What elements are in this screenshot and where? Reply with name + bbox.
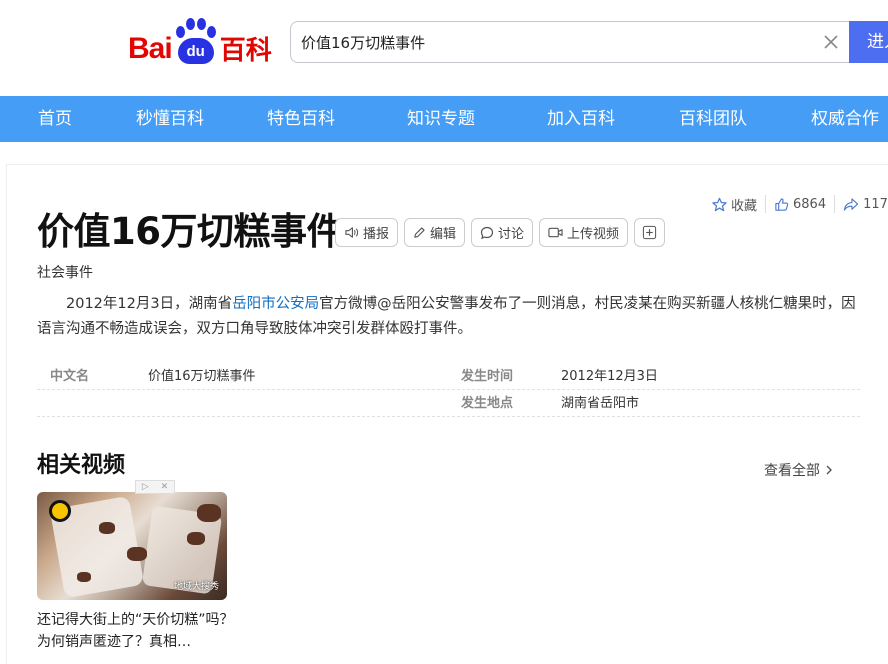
share-button[interactable]: 117 <box>843 197 888 212</box>
nav-item-tese[interactable]: 特色百科 <box>267 96 335 142</box>
enter-button[interactable]: 进入 <box>849 21 888 63</box>
info-key: 发生地点 <box>461 396 514 411</box>
thumbnail-caption: 地域大搜秀 <box>173 582 219 592</box>
entry-actions: 收藏 6864 117 <box>712 195 888 214</box>
add-button[interactable] <box>634 218 666 247</box>
discuss-button[interactable]: 讨论 <box>471 218 534 247</box>
entry-toolbar: 播报 编辑 讨论 上传视频 <box>335 218 666 247</box>
broadcast-label: 播报 <box>363 227 390 242</box>
star-icon <box>712 197 727 211</box>
play-icon: ▷ <box>141 482 149 492</box>
favorite-label: 收藏 <box>731 198 758 214</box>
info-value: 价值16万切糕事件 <box>148 369 256 384</box>
clear-icon[interactable] <box>822 33 840 51</box>
see-all-label: 查看全部 <box>764 463 820 479</box>
speaker-icon <box>345 227 359 238</box>
ad-badge[interactable]: ▷ ✕ <box>135 480 175 494</box>
nav-item-team[interactable]: 百科团队 <box>679 96 747 142</box>
like-count: 6864 <box>793 196 827 212</box>
entry-category: 社会事件 <box>37 265 93 281</box>
discuss-label: 讨论 <box>498 227 525 242</box>
broadcast-button[interactable]: 播报 <box>335 218 399 247</box>
share-icon <box>843 197 859 211</box>
info-value: 湖南省岳阳市 <box>561 396 640 411</box>
video-title[interactable]: 还记得大街上的“天价切糕”吗？为何销声匿迹了？真相… <box>37 609 237 653</box>
share-count: 117 <box>863 196 888 212</box>
info-row: 中文名 价值16万切糕事件 发生时间 2012年12月3日 <box>37 363 860 390</box>
summary-text-1: 2012年12月3日，湖南省 <box>66 296 233 312</box>
upload-video-button[interactable]: 上传视频 <box>539 218 629 247</box>
search-input[interactable] <box>291 22 811 62</box>
summary-link-police[interactable]: 岳阳市公安局 <box>232 296 319 312</box>
page-title: 价值16万切糕事件 <box>37 210 344 253</box>
info-value: 2012年12月3日 <box>561 369 658 384</box>
thumbs-up-icon <box>775 197 789 211</box>
edit-label: 编辑 <box>430 227 457 242</box>
close-icon: ✕ <box>160 482 169 492</box>
nav-item-partner[interactable]: 权威合作 <box>811 96 879 142</box>
logo-bai-text: Bai <box>128 32 173 65</box>
pencil-icon <box>414 227 425 238</box>
favorite-button[interactable]: 收藏 <box>712 195 757 214</box>
paw-icon: du <box>174 18 218 64</box>
channel-logo-icon <box>49 500 71 522</box>
edit-button[interactable]: 编辑 <box>404 218 466 247</box>
chat-bubble-icon <box>480 226 494 239</box>
logo-baike-text: 百科 <box>219 36 272 66</box>
video-camera-icon <box>548 227 563 238</box>
divider <box>765 195 767 213</box>
chevron-right-icon <box>826 465 832 475</box>
plus-icon <box>642 225 657 240</box>
see-all-link[interactable]: 查看全部 <box>764 460 834 480</box>
upload-video-label: 上传视频 <box>567 227 620 242</box>
nav-item-zhuanti[interactable]: 知识专题 <box>407 96 475 142</box>
like-button[interactable]: 6864 <box>774 197 826 212</box>
info-row: 发生地点 湖南省岳阳市 <box>37 390 860 417</box>
video-thumbnail[interactable]: 地域大搜秀 <box>37 492 227 600</box>
info-key: 发生时间 <box>461 369 514 384</box>
search-box <box>290 21 850 63</box>
header: Bai du 百科 进入 <box>0 0 888 96</box>
nav-item-miaodong[interactable]: 秒懂百科 <box>136 96 204 142</box>
nav-item-join[interactable]: 加入百科 <box>547 96 615 142</box>
logo-du-text: du <box>177 38 214 64</box>
entry-summary: 2012年12月3日，湖南省岳阳市公安局官方微博@岳阳公安警事发布了一则消息，村… <box>37 292 859 342</box>
nav-item-home[interactable]: 首页 <box>38 96 72 142</box>
baidu-baike-logo[interactable]: Bai du 百科 <box>128 14 272 64</box>
divider <box>834 195 836 213</box>
info-key: 中文名 <box>50 369 90 384</box>
related-videos-title: 相关视频 <box>37 453 126 478</box>
nav-bar: 首页 秒懂百科 特色百科 知识专题 加入百科 百科团队 权威合作 <box>0 96 888 142</box>
